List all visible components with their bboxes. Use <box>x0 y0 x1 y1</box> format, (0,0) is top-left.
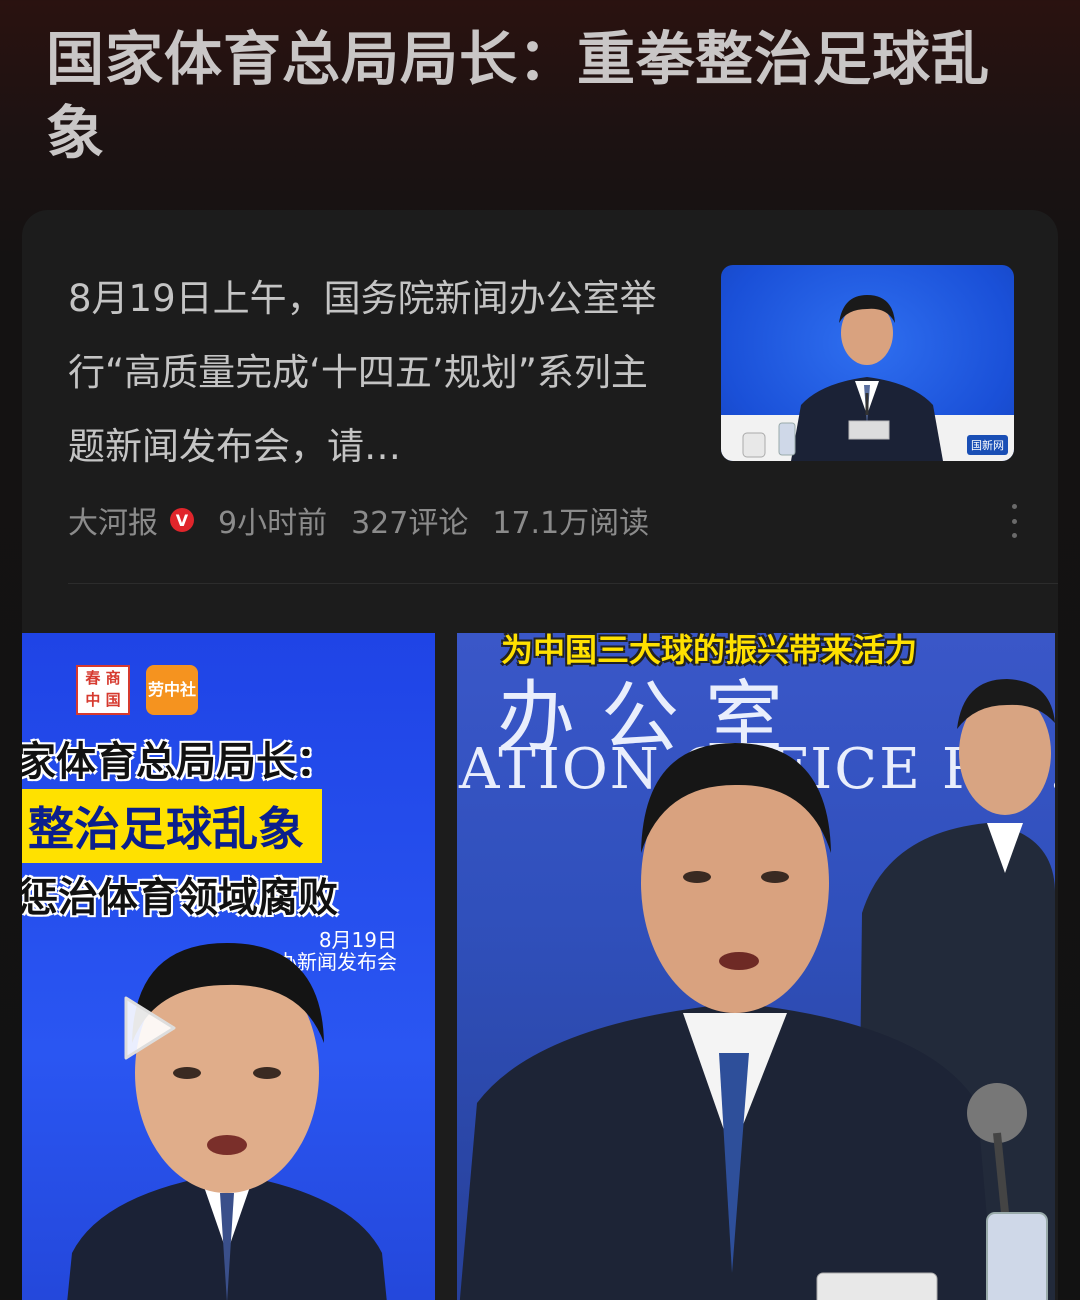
thumbnail-watermark: 国新网 <box>967 435 1008 455</box>
comment-count: 327评论 <box>351 506 469 541</box>
publish-time: 9小时前 <box>218 506 328 541</box>
media-logo-orange: 劳中社 <box>146 665 198 715</box>
article-thumbnail[interactable]: 国新网 <box>721 265 1014 461</box>
video-thumbnail-left[interactable]: 春 商 中 国 劳中社 家体育总局局长： 整治足球乱象 惩治体育领域腐败 8月1… <box>22 633 435 1300</box>
news-card[interactable]: 8月19日上午，国务院新闻办公室举行“高质量完成‘十四五’规划”系列主题新闻发布… <box>22 210 1058 1300</box>
speaker-photo-right <box>459 679 1055 1300</box>
video-title-line1: 家体育总局局长： <box>22 739 336 785</box>
verified-badge-icon: V <box>170 508 194 532</box>
speaker-photo-left <box>67 943 387 1300</box>
page-title[interactable]: 国家体育总局局长：重拳整治足球乱象 <box>46 22 1036 170</box>
video-title-line3: 惩治体育领域腐败 <box>22 875 338 921</box>
play-icon[interactable] <box>104 988 184 1068</box>
media-logo: 春 商 中 国 <box>76 665 130 715</box>
article-summary[interactable]: 8月19日上午，国务院新闻办公室举行“高质量完成‘十四五’规划”系列主题新闻发布… <box>68 262 678 484</box>
speaker-photo <box>721 295 1014 461</box>
divider <box>68 583 1058 584</box>
article-meta: 大河报 V 9小时前 327评论 17.1万阅读 <box>68 498 1018 542</box>
read-count: 17.1万阅读 <box>492 506 650 541</box>
video-title-line2: 整治足球乱象 <box>22 789 322 863</box>
source-name[interactable]: 大河报 <box>68 498 158 542</box>
video-caption: 为中国三大球的振兴带来活力 <box>501 633 918 669</box>
more-options-icon[interactable] <box>1010 504 1018 538</box>
video-thumbnail-right[interactable]: 办公室 ATION OFFICE R.C. 为中国三大球的振兴带来活力 <box>457 633 1055 1300</box>
